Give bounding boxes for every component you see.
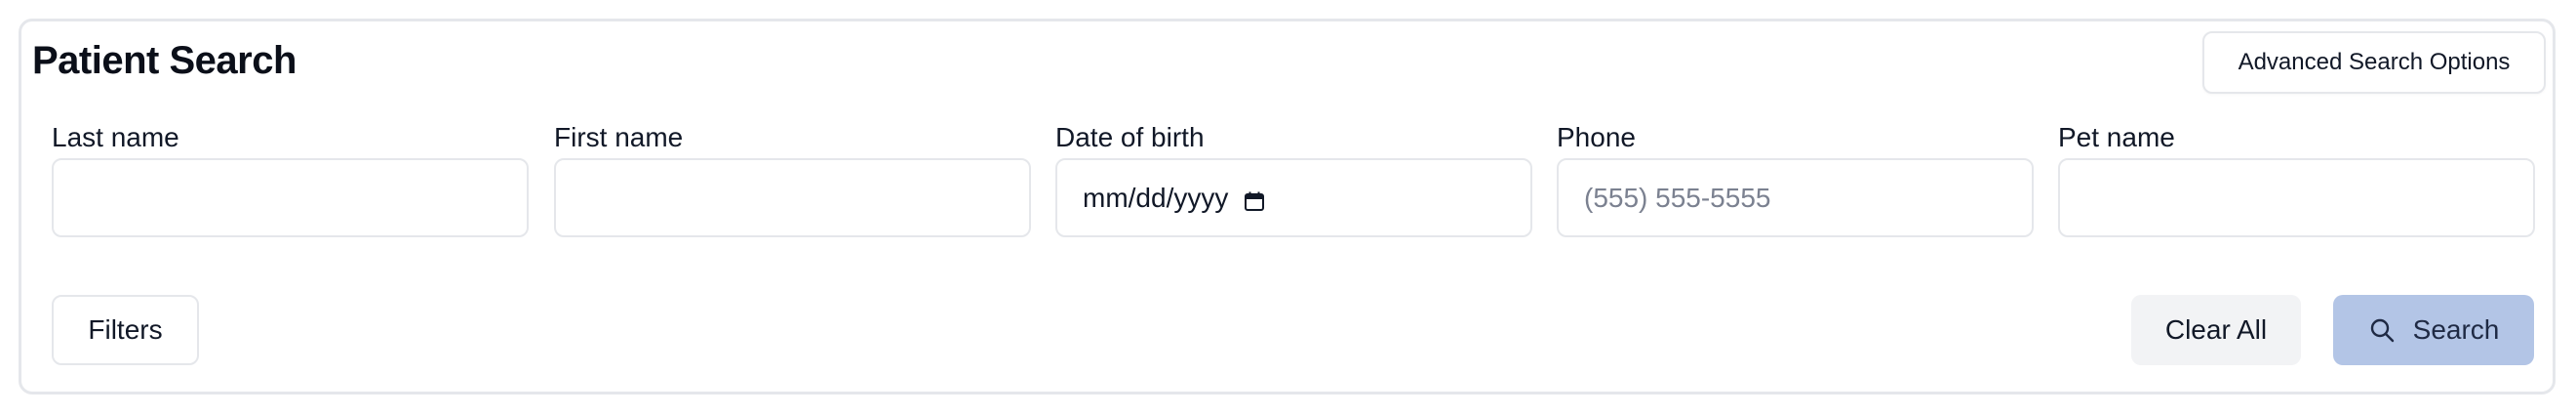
first-name-input[interactable] xyxy=(581,160,1004,235)
phone-label: Phone xyxy=(1557,122,1636,152)
phone-input[interactable] xyxy=(1584,160,2006,235)
search-button-label: Search xyxy=(2412,314,2500,345)
advanced-search-options-button[interactable]: Advanced Search Options xyxy=(2202,31,2546,94)
last-name-field: Last name xyxy=(52,124,529,237)
pet-name-label: Pet name xyxy=(2058,122,2175,152)
pet-name-input-box[interactable] xyxy=(2058,158,2535,237)
last-name-input[interactable] xyxy=(79,160,501,235)
search-button[interactable]: Search xyxy=(2333,295,2534,365)
phone-input-box[interactable] xyxy=(1557,158,2034,237)
first-name-field: First name xyxy=(554,124,1031,237)
filters-button[interactable]: Filters xyxy=(52,295,199,365)
last-name-input-box[interactable] xyxy=(52,158,529,237)
last-name-label: Last name xyxy=(52,122,179,152)
first-name-input-box[interactable] xyxy=(554,158,1031,237)
page-title: Patient Search xyxy=(32,39,297,82)
calendar-icon[interactable] xyxy=(1244,187,1265,211)
search-icon xyxy=(2368,316,2396,344)
dob-input[interactable]: mm/dd/yyyy xyxy=(1055,158,1532,237)
dob-field: Date of birth mm/dd/yyyy xyxy=(1055,124,1532,237)
pet-name-input[interactable] xyxy=(2085,160,2508,235)
pet-name-field: Pet name xyxy=(2058,124,2535,237)
dob-label: Date of birth xyxy=(1055,122,1205,152)
clear-all-button[interactable]: Clear All xyxy=(2131,295,2301,365)
phone-field: Phone xyxy=(1557,124,2034,237)
first-name-label: First name xyxy=(554,122,684,152)
dob-value: mm/dd/yyyy xyxy=(1083,182,1229,213)
